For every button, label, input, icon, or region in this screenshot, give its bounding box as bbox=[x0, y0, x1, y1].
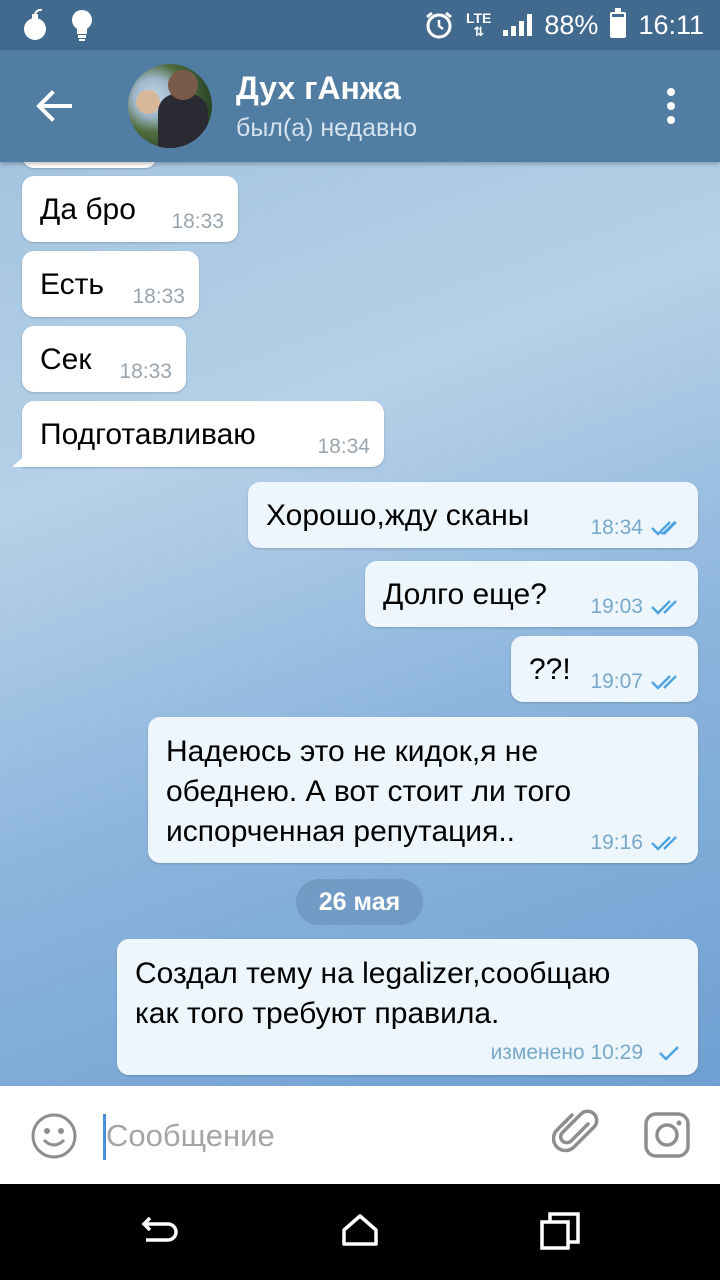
message-time: 18:33 bbox=[119, 360, 172, 383]
double-check-icon bbox=[651, 521, 677, 536]
nav-home-icon[interactable] bbox=[332, 1204, 388, 1260]
message-text: Надеюсь это не кидок,я не обеднею. А вот… bbox=[166, 735, 572, 848]
bomb-icon bbox=[24, 8, 46, 40]
double-check-icon bbox=[651, 600, 677, 615]
double-check-icon bbox=[651, 836, 677, 851]
message-text: Да бро bbox=[40, 193, 136, 226]
status-bar: LTE ⇅ 88% 16:11 bbox=[0, 0, 720, 50]
message-bubble-out[interactable]: Надеюсь это не кидок,я не обеднею. А вот… bbox=[148, 717, 698, 863]
message-bubble-in[interactable]: Да бро 18:33 bbox=[22, 176, 238, 242]
message-time: 18:33 bbox=[171, 210, 224, 233]
arrow-left-icon bbox=[36, 90, 72, 122]
message-time: 19:07 bbox=[590, 670, 643, 693]
network-type-label: LTE ⇅ bbox=[465, 10, 492, 39]
message-time: 19:16 bbox=[590, 831, 643, 854]
message-bubble-out[interactable]: Хорошо,жду сканы 18:34 bbox=[248, 482, 698, 548]
nav-recents-icon[interactable] bbox=[532, 1204, 588, 1260]
battery-icon bbox=[610, 8, 627, 38]
signal-icon bbox=[503, 14, 533, 36]
message-input[interactable] bbox=[106, 1110, 506, 1162]
message-bubble-out[interactable]: ??! 19:07 bbox=[511, 636, 698, 702]
message-list[interactable]: Да бро 18:33 Есть 18:33 Сек 18:33 Подгот… bbox=[0, 162, 720, 1086]
message-text: Сек bbox=[40, 343, 92, 376]
message-bubble-out[interactable]: Долго еще? 19:03 bbox=[365, 561, 698, 627]
message-bubble-out[interactable]: Создал тему на legalizer,сообщаю как тог… bbox=[117, 939, 698, 1075]
message-text: Создал тему на legalizer,сообщаю как тог… bbox=[135, 957, 611, 1030]
message-time: 19:03 bbox=[590, 595, 643, 618]
message-time: 18:34 bbox=[590, 516, 643, 539]
nav-back-icon[interactable] bbox=[132, 1204, 188, 1260]
camera-icon[interactable] bbox=[642, 1110, 692, 1160]
status-time: 16:11 bbox=[638, 9, 704, 40]
message-text: Хорошо,жду сканы bbox=[266, 499, 530, 532]
check-icon bbox=[659, 1046, 679, 1061]
double-check-icon bbox=[651, 675, 677, 690]
alarm-icon bbox=[426, 11, 452, 39]
back-button[interactable] bbox=[30, 84, 80, 128]
message-bubble-in[interactable]: Сек 18:33 bbox=[22, 326, 186, 392]
contact-name[interactable]: Дух гАнжа bbox=[236, 70, 401, 107]
message-text: ??! bbox=[529, 653, 571, 686]
composer-bar bbox=[0, 1086, 720, 1184]
system-nav-bar bbox=[0, 1184, 720, 1280]
chat-header: Дух гАнжа был(а) недавно bbox=[0, 50, 720, 162]
message-text: Есть bbox=[40, 268, 105, 301]
lightbulb-icon bbox=[72, 10, 92, 41]
contact-status: был(а) недавно bbox=[236, 114, 418, 142]
message-time: 18:34 bbox=[317, 435, 370, 458]
more-vertical-icon[interactable] bbox=[656, 86, 686, 126]
message-text: Долго еще? bbox=[383, 578, 547, 611]
message-time: изменено 10:29 bbox=[490, 1041, 643, 1064]
paperclip-icon[interactable] bbox=[551, 1108, 602, 1158]
message-bubble-in[interactable]: Подготавливаю 18:34 bbox=[12, 401, 384, 467]
message-bubble-in[interactable]: Есть 18:33 bbox=[22, 251, 199, 317]
smiley-icon[interactable] bbox=[30, 1112, 78, 1160]
message-bubble-partial[interactable] bbox=[22, 162, 157, 168]
date-separator: 26 мая bbox=[296, 879, 423, 925]
avatar[interactable] bbox=[128, 64, 212, 148]
battery-percent: 88% bbox=[544, 9, 599, 40]
message-text: Подготавливаю bbox=[40, 418, 256, 451]
message-time: 18:33 bbox=[132, 285, 185, 308]
